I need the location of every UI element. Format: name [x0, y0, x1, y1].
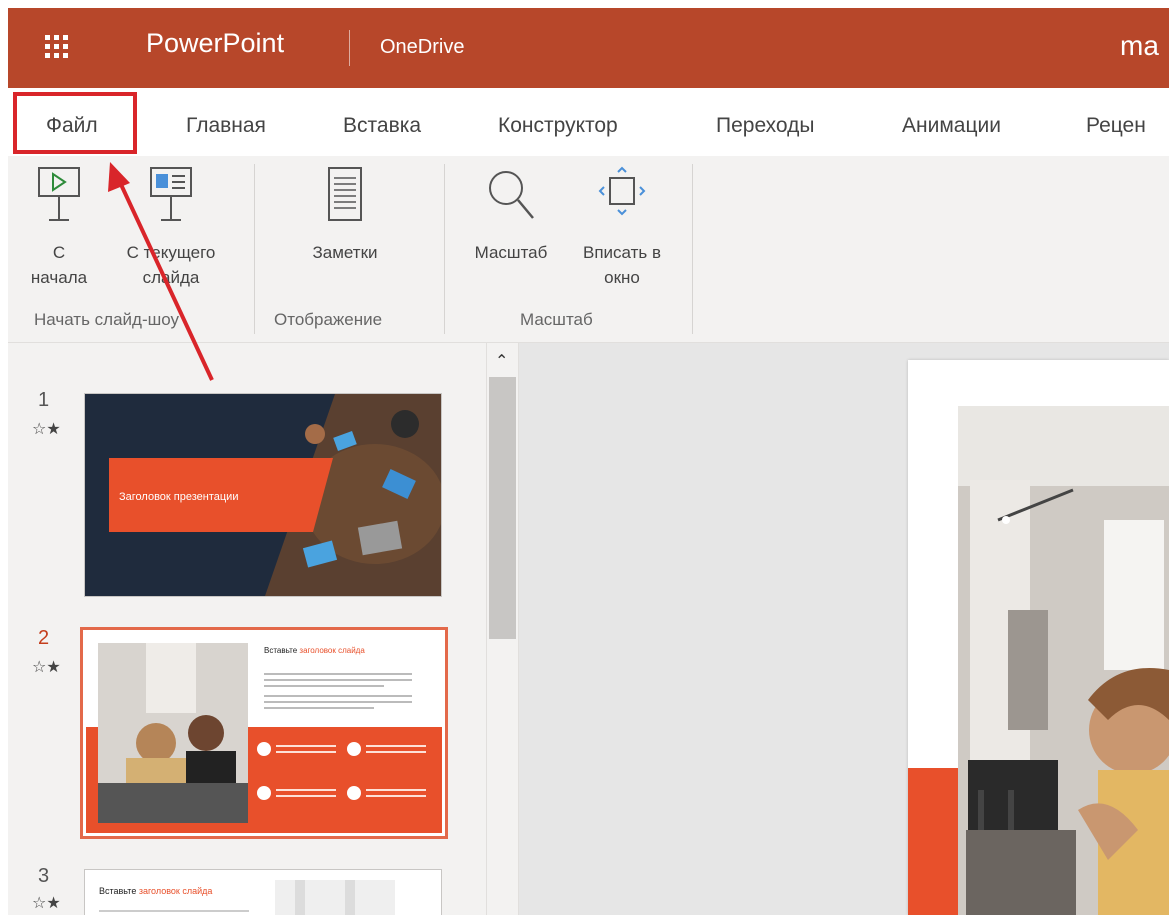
fit-to-window-icon [598, 166, 646, 216]
play-from-current-label-2: слайда [142, 268, 200, 287]
slide-2-preview: Вставьте заголовок слайда [86, 633, 442, 833]
animation-star-icon: ☆★ [32, 419, 61, 438]
scroll-up-icon[interactable]: ⌃ [495, 351, 508, 370]
slide-number: 2 [38, 627, 50, 649]
animation-star-icon: ☆★ [32, 893, 61, 912]
ribbon: С начала С текущего слайда Начать слайд-… [8, 156, 1169, 343]
thumbnail-scrollbar[interactable]: ⌃ [486, 343, 519, 915]
app-launcher-icon[interactable] [45, 35, 69, 59]
slide-editor-canvas [519, 343, 1169, 915]
zoom-label: Масштаб [474, 243, 548, 262]
slide-1-title: Заголовок презентации [119, 491, 238, 503]
slide-thumbnail-pane: 1 ☆★ Заголовок презентации 2 ☆★ Вставьте… [8, 343, 486, 915]
fit-to-window-label-2: окно [604, 268, 640, 287]
slide-3-title-accent: заголовок слайда [139, 886, 213, 896]
slide-number: 3 [38, 865, 50, 887]
play-from-current-label-1: С текущего [126, 243, 216, 262]
scrollbar-thumb[interactable] [489, 377, 516, 639]
tab-review[interactable]: Рецен [1086, 114, 1146, 138]
play-from-start-icon [38, 167, 80, 221]
header-divider [349, 30, 350, 66]
notes-icon [328, 167, 362, 221]
play-from-start-label-1: С [52, 243, 66, 262]
slide-thumbnail-3[interactable]: Вставьте заголовок слайда [84, 869, 442, 915]
tab-design[interactable]: Конструктор [498, 114, 618, 138]
slide-2-title-prefix: Вставьте [264, 646, 298, 655]
animation-star-icon: ☆★ [32, 657, 61, 676]
notes-label: Заметки [312, 243, 378, 262]
app-name[interactable]: PowerPoint [146, 28, 284, 59]
slide-3-title-prefix: Вставьте [99, 886, 136, 896]
group-separator [444, 164, 445, 334]
slide-thumbnail-1[interactable]: Заголовок презентации [84, 393, 442, 597]
tab-home[interactable]: Главная [186, 114, 266, 138]
group-label-slideshow: Начать слайд-шоу [34, 310, 180, 329]
group-label-zoom: Масштаб [520, 310, 593, 329]
slide-3-preview: Вставьте заголовок слайда [85, 870, 441, 915]
svg-text:Вставьте заголовок сла: Вставьте заголовок слайда [264, 646, 365, 655]
fit-to-window-button[interactable]: Вписать в окно [566, 164, 678, 290]
current-slide[interactable] [908, 360, 1169, 915]
notes-button[interactable]: Заметки [290, 164, 400, 265]
current-slide-photo [908, 360, 1169, 915]
document-title-partial[interactable]: ma [1120, 30, 1159, 62]
tab-insert[interactable]: Вставка [343, 114, 421, 138]
slide-number: 1 [38, 389, 50, 411]
tab-animations[interactable]: Анимации [902, 114, 1001, 138]
zoom-button[interactable]: Масштаб [456, 164, 566, 265]
svg-text:Вставьте заголовок сла: Вставьте заголовок слайда [99, 886, 212, 896]
play-from-current-button[interactable]: С текущего слайда [106, 164, 236, 290]
slide-2-title-accent: заголовок слайда [299, 646, 365, 655]
play-from-start-button[interactable]: С начала [14, 164, 104, 290]
play-from-current-icon [150, 167, 192, 221]
group-separator [254, 164, 255, 334]
fit-to-window-label-1: Вписать в [582, 243, 662, 262]
zoom-icon [489, 171, 534, 219]
breadcrumb-onedrive[interactable]: OneDrive [380, 36, 464, 59]
group-separator [692, 164, 693, 334]
tab-file[interactable]: Файл [46, 114, 98, 138]
slide-thumbnail-2[interactable]: Вставьте заголовок слайда [80, 627, 448, 839]
play-from-start-label-2: начала [30, 268, 88, 287]
slide-1-preview: Заголовок презентации [85, 394, 441, 596]
group-label-display: Отображение [274, 310, 383, 329]
ribbon-tabs: Файл Главная Вставка Конструктор Переход… [8, 88, 1169, 156]
app-header: PowerPoint OneDrive ma [8, 8, 1169, 88]
tab-transitions[interactable]: Переходы [716, 114, 815, 138]
